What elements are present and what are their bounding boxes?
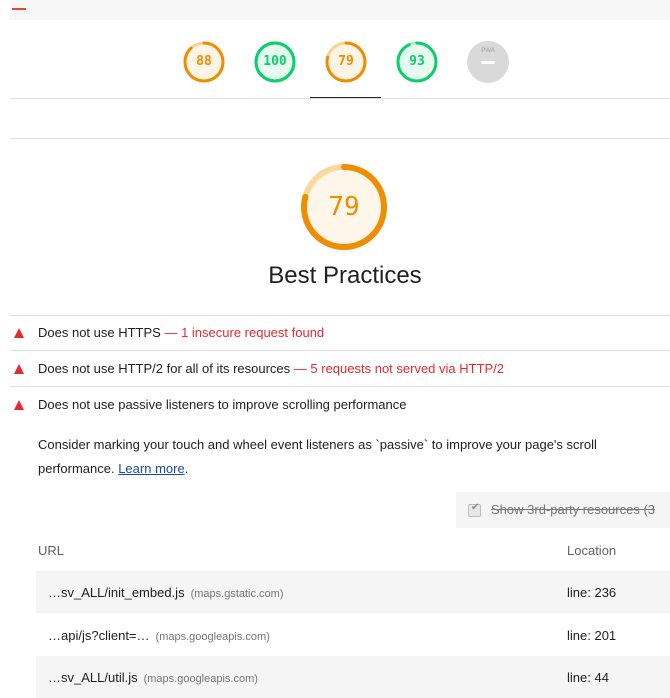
top-bar [10, 0, 670, 20]
gauge-score: 93 [409, 54, 425, 69]
audit-title-text: Does not use passive listeners to improv… [38, 397, 407, 412]
category-title: Best Practices [268, 262, 422, 289]
url-host: (maps.googleapis.com) [155, 631, 270, 643]
url-path: …sv_ALL/init_embed.js [48, 585, 185, 600]
audit-https[interactable]: Does not use HTTPS — 1 insecure request … [10, 315, 670, 351]
row-location: line: 201 [567, 628, 617, 643]
column-header-location: Location [567, 543, 617, 558]
description-end: . [184, 461, 189, 476]
table-row: …sv_ALL/util.js (maps.googleapis.com) lin… [36, 656, 670, 698]
third-party-filter[interactable]: ✔ Show 3rd-party resources (3 [456, 492, 670, 528]
gauge-performance[interactable]: 88 [182, 40, 226, 84]
url-path: …api/js?client=… [48, 628, 150, 643]
audit-title-text: Does not use HTTP/2 for all of its resou… [38, 361, 291, 376]
audit-description: Consider marking your touch and wheel ev… [38, 433, 668, 481]
url-path: …sv_ALL/util.js [48, 670, 138, 685]
divider [10, 138, 670, 139]
row-url: …api/js?client=… (maps.googleapis.com) [48, 628, 270, 643]
row-url: …sv_ALL/util.js (maps.googleapis.com) [48, 670, 258, 685]
url-host: (maps.gstatic.com) [190, 588, 284, 600]
audit-title-text: Does not use HTTPS [38, 325, 161, 340]
audit-display-value: — 5 requests not served via HTTP/2 [293, 361, 505, 376]
gauge-seo[interactable]: 93 [395, 40, 439, 84]
gauge-score: 100 [263, 54, 287, 69]
pwa-label: PWA [481, 48, 495, 54]
gauge-pwa[interactable]: PWA [466, 40, 510, 84]
row-url: …sv_ALL/init_embed.js (maps.gstatic.com) [48, 585, 284, 600]
category-score: 79 [328, 192, 360, 222]
third-party-checkbox[interactable]: ✔ [468, 502, 481, 517]
table-row: …sv_ALL/init_embed.js (maps.gstatic.com) … [36, 571, 670, 613]
gauge-score: 88 [196, 54, 212, 69]
pwa-dash [481, 61, 495, 64]
audit-display-value: — 1 insecure request found [164, 325, 325, 340]
gauge-accessibility[interactable]: 100 [253, 40, 297, 84]
row-location: line: 44 [567, 670, 609, 685]
url-host: (maps.googleapis.com) [143, 673, 258, 685]
audit-passive-listeners[interactable]: Does not use passive listeners to improv… [10, 387, 670, 423]
table-row: …api/js?client=… (maps.googleapis.com) li… [36, 614, 670, 656]
row-location: line: 236 [567, 585, 617, 600]
audit-title: Does not use HTTPS — 1 insecure request … [38, 325, 324, 340]
warning-triangle-icon [14, 400, 24, 410]
category-score-gauge: 79 [300, 163, 388, 251]
column-header-url: URL [38, 543, 65, 558]
divider [10, 98, 670, 99]
topbar-accent [12, 8, 26, 10]
third-party-label: Show 3rd-party resources (3 [491, 502, 656, 517]
audit-title: Does not use HTTP/2 for all of its resou… [38, 361, 504, 376]
checkmark-icon: ✔ [471, 502, 480, 513]
warning-triangle-icon [14, 364, 24, 374]
score-gauges: 88 100 79 93 PWA [0, 40, 670, 88]
gauge-best-practices[interactable]: 79 [324, 40, 368, 84]
learn-more-link[interactable]: Learn more [118, 461, 184, 476]
gauge-score: 79 [338, 54, 354, 69]
audit-http2[interactable]: Does not use HTTP/2 for all of its resou… [10, 351, 670, 387]
audit-title: Does not use passive listeners to improv… [38, 397, 407, 412]
warning-triangle-icon [14, 328, 24, 338]
